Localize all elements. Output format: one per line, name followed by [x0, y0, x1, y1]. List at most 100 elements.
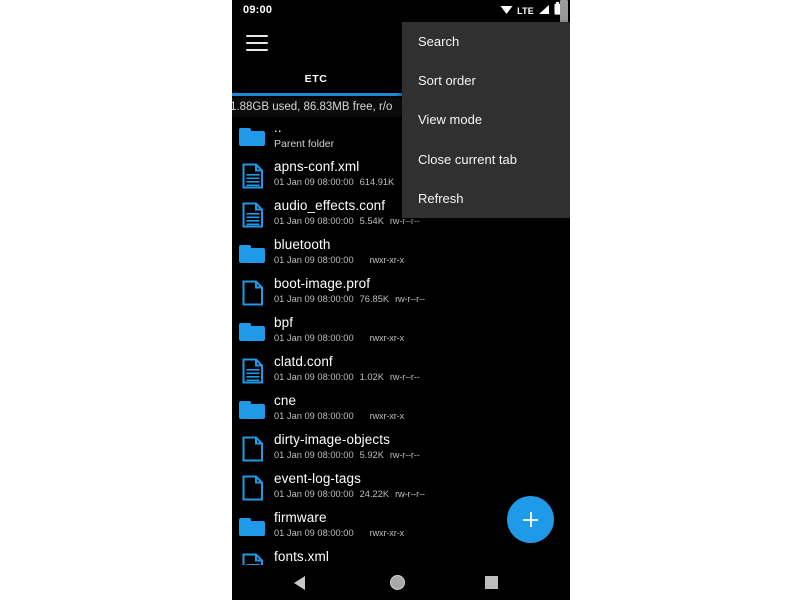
- file-list-row[interactable]: bluetooth 01 Jan 09 08:00:00 rwxr-xr-x: [232, 234, 570, 273]
- status-icon-group: LTE: [500, 1, 561, 20]
- hamburger-menu-icon[interactable]: [246, 35, 268, 51]
- file-meta: 01 Jan 09 08:00:00 rwxr-xr-x: [274, 528, 404, 538]
- file-name: audio_effects.conf: [274, 198, 386, 213]
- file-date: 01 Jan 09 08:00:00: [274, 177, 354, 187]
- document-lined-icon: [242, 163, 263, 189]
- file-list-row[interactable]: cne 01 Jan 09 08:00:00 rwxr-xr-x: [232, 390, 570, 429]
- overflow-menu-item-label: Search: [418, 34, 460, 50]
- document-plain-icon: [242, 475, 263, 501]
- row-icon: [238, 317, 268, 347]
- file-permissions: rw-r--r--: [389, 372, 420, 382]
- file-name: boot-image.prof: [274, 276, 371, 291]
- file-date: 01 Jan 09 08:00:00: [274, 294, 354, 304]
- file-name: fonts.xml: [274, 549, 329, 564]
- file-name: ..: [274, 120, 282, 135]
- home-circle-icon[interactable]: [390, 575, 405, 590]
- file-size: 24.22K: [359, 489, 390, 499]
- file-permissions: rwxr-xr-x: [369, 411, 405, 421]
- folder-icon: [238, 512, 268, 542]
- row-icon: [238, 200, 268, 230]
- file-date: 01 Jan 09 08:00:00: [274, 450, 354, 460]
- back-triangle-icon[interactable]: [294, 576, 305, 590]
- storage-info-text: 1.88GB used, 86.83MB free, r/o: [232, 101, 393, 113]
- file-size: 5.92K: [359, 450, 384, 460]
- document-lined-icon: [242, 202, 263, 228]
- file-meta: 01 Jan 09 08:00:00 1.02K rw-r--r--: [274, 372, 420, 382]
- overflow-menu-item[interactable]: Search: [402, 22, 570, 61]
- file-name: clatd.conf: [274, 354, 333, 369]
- file-size: 76.85K: [359, 294, 390, 304]
- file-meta: 01 Jan 09 08:00:00 5.54K rw-r--r--: [274, 216, 420, 226]
- overflow-menu[interactable]: Search Sort order View mode Close current t…: [402, 22, 570, 218]
- wifi-icon: [500, 2, 513, 20]
- status-bar: 09:00 LTE: [232, 0, 570, 22]
- row-icon: [238, 473, 268, 503]
- file-permissions: rwxr-xr-x: [369, 333, 405, 343]
- overflow-menu-item-label: Sort order: [418, 73, 476, 89]
- file-date: 01 Jan 09 08:00:00: [274, 411, 354, 421]
- add-button[interactable]: [507, 496, 554, 543]
- overflow-menu-item[interactable]: Close current tab: [402, 140, 570, 179]
- row-icon: [238, 122, 268, 152]
- file-list-row[interactable]: fonts.xml: [232, 546, 570, 565]
- plus-icon-vertical: [529, 512, 532, 527]
- file-name: firmware: [274, 510, 327, 525]
- file-name: cne: [274, 393, 297, 408]
- file-date: 01 Jan 09 08:00:00: [274, 333, 354, 343]
- recents-square-icon[interactable]: [485, 576, 498, 589]
- folder-icon: [238, 317, 268, 347]
- file-name: bpf: [274, 315, 294, 330]
- overflow-menu-item[interactable]: Sort order: [402, 61, 570, 100]
- row-icon: [238, 395, 268, 425]
- file-list-row[interactable]: dirty-image-objects 01 Jan 09 08:00:00 5.9…: [232, 429, 570, 468]
- file-permissions: rw-r--r--: [395, 294, 425, 304]
- document-lined-icon: [242, 553, 263, 565]
- row-icon: [238, 512, 268, 542]
- file-date: 01 Jan 09 08:00:00: [274, 489, 354, 499]
- phone-screen: 09:00 LTE ETC 1.88GB used, 86.83MB free,…: [232, 0, 570, 600]
- row-icon: [238, 551, 268, 565]
- file-meta: 01 Jan 09 08:00:00 614.91K: [274, 177, 394, 187]
- file-date: 01 Jan 09 08:00:00: [274, 528, 354, 538]
- overflow-menu-item-label: Close current tab: [418, 151, 517, 167]
- overflow-menu-item[interactable]: View mode: [402, 100, 570, 139]
- file-meta: 01 Jan 09 08:00:00 24.22K rw-r--r--: [274, 489, 425, 499]
- folder-icon: [238, 239, 268, 269]
- file-name: apns-conf.xml: [274, 159, 360, 174]
- file-meta: 01 Jan 09 08:00:00 76.85K rw-r--r--: [274, 294, 425, 304]
- overflow-menu-item[interactable]: Refresh: [402, 179, 570, 218]
- network-type-label: LTE: [517, 5, 534, 16]
- signal-icon: [538, 2, 550, 20]
- overflow-menu-item-label: Refresh: [418, 190, 464, 206]
- system-nav-bar: [232, 565, 570, 600]
- file-list-row[interactable]: bpf 01 Jan 09 08:00:00 rwxr-xr-x: [232, 312, 570, 351]
- file-permissions: rwxr-xr-x: [369, 528, 405, 538]
- file-meta: 01 Jan 09 08:00:00 rwxr-xr-x: [274, 333, 404, 343]
- page-root: 09:00 LTE ETC 1.88GB used, 86.83MB free,…: [0, 0, 800, 600]
- file-size: 5.54K: [359, 216, 384, 226]
- file-permissions: rw-r--r--: [395, 489, 425, 499]
- file-meta: 01 Jan 09 08:00:00 rwxr-xr-x: [274, 411, 404, 421]
- file-list-row[interactable]: clatd.conf 01 Jan 09 08:00:00 1.02K rw-r--r…: [232, 351, 570, 390]
- file-size: 1.02K: [359, 372, 384, 382]
- document-lined-icon: [242, 358, 263, 384]
- file-date: 01 Jan 09 08:00:00: [274, 216, 354, 226]
- file-date: 01 Jan 09 08:00:00: [274, 255, 354, 265]
- status-clock: 09:00: [243, 4, 273, 16]
- document-plain-icon: [242, 436, 263, 462]
- file-size: 614.91K: [359, 177, 395, 187]
- folder-icon: [238, 395, 268, 425]
- file-name: dirty-image-objects: [274, 432, 390, 447]
- file-date: 01 Jan 09 08:00:00: [274, 372, 354, 382]
- file-name: bluetooth: [274, 237, 331, 252]
- file-list-row[interactable]: boot-image.prof 01 Jan 09 08:00:00 76.85K r…: [232, 273, 570, 312]
- row-icon: [238, 434, 268, 464]
- row-icon: [238, 239, 268, 269]
- overflow-menu-item-label: View mode: [418, 112, 483, 128]
- file-meta: 01 Jan 09 08:00:00 5.92K rw-r--r--: [274, 450, 420, 460]
- document-plain-icon: [242, 280, 263, 306]
- tab-etc[interactable]: ETC: [232, 64, 400, 93]
- row-icon: [238, 161, 268, 191]
- file-meta: 01 Jan 09 08:00:00 rwxr-xr-x: [274, 255, 404, 265]
- file-meta: Parent folder: [274, 138, 334, 150]
